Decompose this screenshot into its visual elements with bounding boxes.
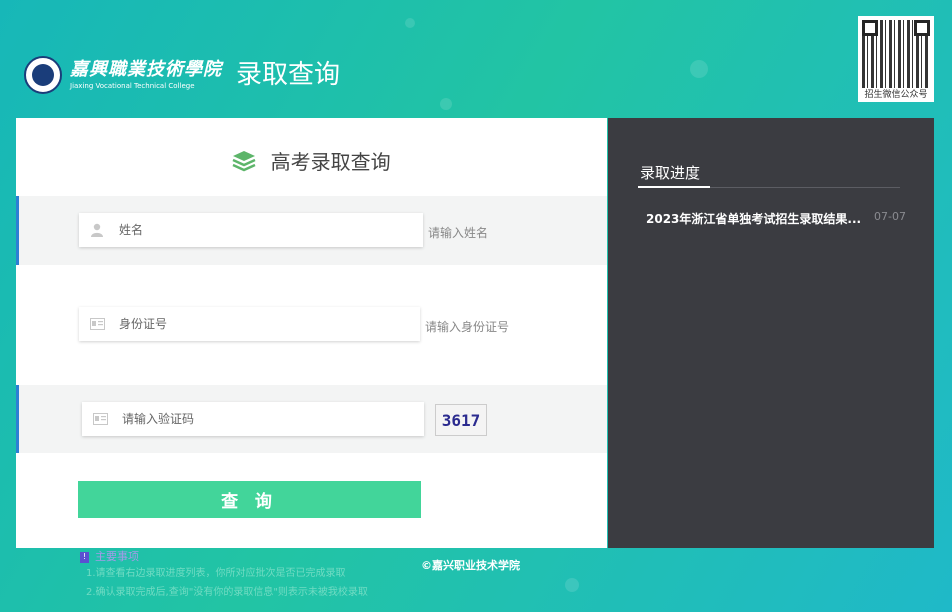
captcha-row: 3617 (16, 385, 607, 453)
decor-dot (565, 578, 579, 592)
notice: ! 主要事项 1.请查看右边录取进度列表，你所对应批次是否已完成录取 2.确认录… (80, 550, 368, 602)
header: 嘉興職業技術學院 Jiaxing Vocational Technical Co… (0, 0, 952, 118)
id-card-icon (92, 411, 108, 427)
query-form-panel: 高考录取查询 请输入姓名 请输入身份证号 3617 查 询 (16, 118, 607, 548)
name-input[interactable] (117, 222, 381, 238)
id-row: 请输入身份证号 (16, 265, 607, 385)
progress-item[interactable]: 2023年浙江省单独考试招生录取结果... 07-07 (646, 210, 906, 227)
form-title-text: 高考录取查询 (270, 150, 391, 174)
qr-code-icon (862, 20, 930, 88)
school-logo: 嘉興職業技術學院 Jiaxing Vocational Technical Co… (24, 55, 340, 95)
captcha-input[interactable] (120, 411, 384, 427)
progress-title: 录取进度 (640, 164, 701, 182)
id-card-icon (89, 316, 105, 332)
notice-title: 主要事项 (95, 550, 139, 563)
notice-line: 1.请查看右边录取进度列表，你所对应批次是否已完成录取 (86, 568, 346, 579)
progress-panel: 录取进度 2023年浙江省单独考试招生录取结果... 07-07 (608, 118, 934, 548)
captcha-image[interactable]: 3617 (435, 404, 487, 436)
progress-title-underline (638, 186, 710, 188)
captcha-field[interactable] (82, 402, 424, 436)
submit-button[interactable]: 查 询 (78, 481, 421, 518)
layers-icon (232, 150, 256, 171)
name-field[interactable] (79, 213, 423, 247)
copyright: ©嘉兴职业技术学院 (421, 559, 520, 572)
id-field[interactable] (79, 307, 420, 341)
wechat-qr: 招生微信公众号 (858, 16, 934, 102)
id-hint: 请输入身份证号 (425, 320, 510, 334)
page-title: 录取查询 (236, 60, 341, 90)
name-hint: 请输入姓名 (428, 226, 489, 240)
id-input[interactable] (117, 316, 381, 332)
school-emblem-icon (24, 56, 62, 94)
school-name-en: Jiaxing Vocational Technical College (70, 82, 195, 90)
user-icon (89, 222, 105, 238)
name-row: 请输入姓名 (16, 196, 607, 265)
progress-item-title[interactable]: 2023年浙江省单独考试招生录取结果... (646, 210, 861, 227)
notice-line: 2.确认录取完成后,查询"没有你的录取信息"则表示未被我校录取 (86, 587, 368, 598)
notice-exclamation-icon: ! (80, 551, 89, 563)
progress-item-date: 07-07 (874, 210, 906, 223)
form-title: 高考录取查询 (16, 146, 607, 175)
school-name-cn: 嘉興職業技術學院 (70, 59, 222, 80)
qr-caption: 招生微信公众号 (864, 90, 928, 100)
